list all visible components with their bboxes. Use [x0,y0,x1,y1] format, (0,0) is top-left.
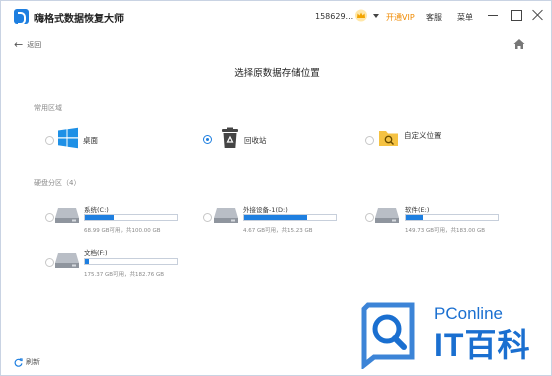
windows-desktop-icon [58,127,78,149]
home-icon[interactable] [513,38,525,50]
radio-desktop[interactable] [45,136,54,145]
menu-link[interactable]: 菜单 [457,12,473,23]
radio-drive-e[interactable] [365,213,374,222]
drive-d-name: 外接设备-1(D:) [243,206,288,214]
recycle-bin-icon [222,127,238,148]
drive-e-name: 软件(E:) [405,206,430,214]
account-dropdown-icon[interactable] [373,14,379,18]
drive-e-icon [375,208,399,223]
maximize-button[interactable] [510,9,522,21]
drive-f-icon [55,253,79,268]
refresh-label: 刷新 [26,358,40,366]
drive-d-icon [214,208,238,223]
title-bar: 嗨格式数据恢复大师 158629... 开通VIP 客服 菜单 [1,1,551,31]
back-arrow-icon: ← [14,38,24,51]
back-label: 返回 [27,41,42,49]
watermark-brand: PConline [434,304,503,323]
radio-recycle-bin[interactable] [203,135,212,144]
radio-drive-f[interactable] [45,258,54,267]
drive-e-usage-bar [405,214,499,221]
drive-c-usage-fill [85,215,114,220]
back-button[interactable]: ← 返回 [14,39,41,51]
service-link[interactable]: 客服 [426,12,442,23]
watermark-text: IT百科 [434,327,531,363]
page-title: 选择原数据存储位置 [234,68,320,79]
folder-search-icon [379,131,398,146]
drive-c-icon [55,208,79,223]
drive-d-usage-fill [244,215,308,220]
radio-custom-location[interactable] [365,136,374,145]
radio-drive-d[interactable] [203,213,212,222]
disk-section-label: 硬盘分区（4） [34,179,81,187]
recycle-bin-label[interactable]: 回收站 [244,135,267,146]
refresh-button[interactable]: 刷新 [14,357,40,367]
minimize-button[interactable] [487,9,499,21]
vip-link[interactable]: 开通VIP [386,12,415,23]
app-title: 嗨格式数据恢复大师 [34,14,124,25]
drive-d-size: 4.67 GB可用，共15.23 GB [243,228,313,234]
refresh-icon [14,357,23,367]
desktop-label[interactable]: 桌面 [83,135,98,146]
app-logo-icon [14,9,29,25]
close-button[interactable] [532,9,544,21]
radio-drive-c[interactable] [45,213,54,222]
drive-c-size: 68.99 GB可用，共100.00 GB [84,228,161,234]
drive-c-usage-bar [84,214,178,221]
drive-f-name: 文档(F:) [84,249,108,257]
drive-f-usage-fill [85,259,89,264]
user-account[interactable]: 158629... [315,12,353,21]
drive-e-size: 149.73 GB可用，共183.00 GB [405,228,486,234]
drive-d-usage-bar [243,214,337,221]
drive-f-usage-bar [84,258,178,265]
drive-e-usage-fill [406,215,423,220]
crown-icon[interactable] [354,9,368,22]
drive-c-name: 系统(C:) [84,206,109,214]
common-section-label: 常用区域 [34,104,62,112]
custom-location-label[interactable]: 自定义位置 [404,130,442,141]
drive-f-size: 175.37 GB可用，共182.76 GB [84,272,165,278]
app-window: 嗨格式数据恢复大师 158629... 开通VIP 客服 菜单 ← 返回 选择原… [0,0,552,376]
watermark-logo-icon [361,302,415,369]
